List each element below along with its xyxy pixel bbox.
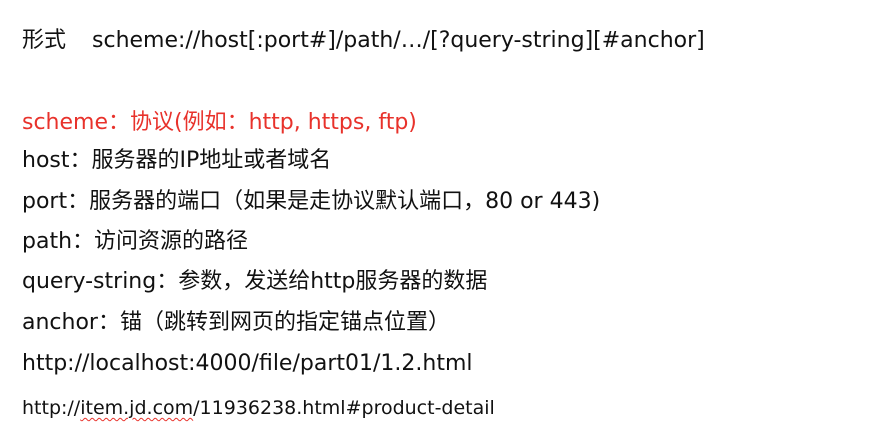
url-suffix: /11936238.html#product-detail <box>193 397 495 419</box>
anchor-line: anchor：锚（跳转到网页的指定锚点位置） <box>22 310 450 335</box>
path-line: path：访问资源的路径 <box>22 229 249 254</box>
url-prefix: http:// <box>22 397 81 419</box>
scheme-line: scheme：协议(例如：http, https, ftp) <box>22 110 417 135</box>
example-url-jd: http://item.jd.com/11936238.html#product… <box>22 393 495 423</box>
spellcheck-underlined-host: item.jd.com <box>80 397 194 419</box>
url-format-line: 形式 scheme://host[:port#]/path/…/[?query-s… <box>22 26 705 56</box>
host-line: host：服务器的IP地址或者域名 <box>22 148 332 173</box>
example-url-localhost: http://localhost:4000/file/part01/1.2.ht… <box>22 351 473 376</box>
url-pattern: scheme://host[:port#]/path/…/[?query-str… <box>92 28 705 53</box>
query-string-line: query-string：参数，发送给http服务器的数据 <box>22 269 488 294</box>
format-label: 形式 <box>22 28 67 53</box>
port-line: port：服务器的端口（如果是走协议默认端口，80 or 443) <box>22 189 601 214</box>
slide: 形式 scheme://host[:port#]/path/…/[?query-s… <box>0 0 888 445</box>
